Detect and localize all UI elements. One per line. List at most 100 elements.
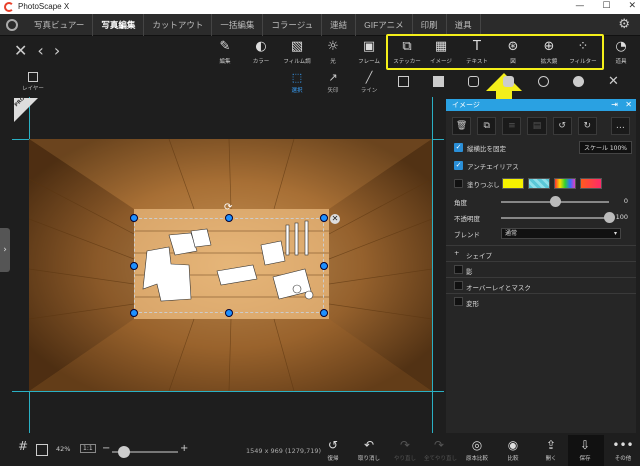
section-checkbox[interactable] <box>454 297 463 306</box>
section-checkbox[interactable] <box>454 281 463 290</box>
bottom-button-2[interactable]: ↷ やり直し <box>390 438 420 462</box>
toolbar-button-3[interactable]: ☼ 光 <box>316 39 350 65</box>
toolbar-button-label: 編集 <box>219 59 231 65</box>
next-icon[interactable]: › <box>54 41 60 60</box>
section-checkbox[interactable] <box>454 265 463 274</box>
line-tool-button[interactable]: ╱ ライン <box>354 72 384 95</box>
rotate-right-icon[interactable]: ↻ <box>577 117 597 135</box>
select-tool-button[interactable]: ⬚ 選択 <box>282 72 312 95</box>
antialias-checkbox[interactable]: ✓ <box>454 161 463 170</box>
circle-outline-icon[interactable] <box>538 76 549 87</box>
grid-icon[interactable]: # <box>18 439 28 453</box>
arrow-tool-button[interactable]: ↗ 矢印 <box>318 72 348 95</box>
fill-checkbox[interactable] <box>454 179 463 188</box>
toolbar-button-0[interactable]: ✎ 編集 <box>208 39 242 65</box>
guide-line <box>432 97 433 433</box>
resize-handle[interactable] <box>320 262 328 270</box>
rotate-left-icon[interactable]: ↺ <box>552 117 572 135</box>
toolbar-button-11[interactable]: ◔ 道具 <box>604 39 638 65</box>
main-menu: 写真ビュアー 写真編集 カットアウト 一括編集 コラージュ 連結 GIFアニメ 印刷 道具 ⚙ <box>0 14 640 36</box>
rounded-rectangle-filled-icon[interactable] <box>503 76 514 87</box>
bottom-button-label: その他 <box>614 456 632 462</box>
keep-ratio-checkbox[interactable]: ✓ <box>454 143 463 152</box>
bottom-button-label: 比較 <box>507 456 519 462</box>
align-icon[interactable]: ≡ <box>502 117 522 135</box>
bottom-button-4[interactable]: ◎ 原本比較 <box>462 438 492 462</box>
close-window-button[interactable]: ✕ <box>628 1 636 11</box>
menu-tab-6[interactable]: GIFアニメ <box>356 14 413 36</box>
blend-select[interactable]: 通常 ▾ <box>501 228 621 239</box>
expand-icon[interactable]: + <box>454 249 459 257</box>
panel-section-2[interactable]: オーバーレイとマスク <box>446 277 636 293</box>
close-image-icon[interactable]: ✕ <box>14 41 27 60</box>
close-panel-icon[interactable]: ✕ <box>625 99 632 111</box>
actual-size-button[interactable]: 1:1 <box>80 444 96 453</box>
selection-box[interactable] <box>134 218 324 313</box>
menu-tab-8[interactable]: 道具 <box>447 14 481 36</box>
bottom-button-6[interactable]: ⇪ 開く <box>536 438 566 462</box>
rotate-handle-icon[interactable]: ⟳ <box>224 202 232 213</box>
menu-tab-1[interactable]: 写真編集 <box>93 14 145 36</box>
rectangle-filled-icon[interactable] <box>433 76 444 87</box>
resize-handle[interactable] <box>225 214 233 222</box>
toolbar-button-4[interactable]: ▣ フレーム <box>352 39 386 65</box>
menu-tab-5[interactable]: 連結 <box>322 14 357 36</box>
resize-handle[interactable] <box>320 309 328 317</box>
resize-handle[interactable] <box>225 309 233 317</box>
swatch-yellow[interactable] <box>502 178 524 189</box>
bottom-button-1[interactable]: ↶ 取り消し <box>354 438 384 462</box>
fill-row[interactable]: 塗りつぶし <box>446 177 636 191</box>
resize-handle[interactable] <box>130 309 138 317</box>
zoom-out-icon[interactable]: − <box>102 443 110 454</box>
previous-icon[interactable]: ‹ <box>37 41 43 60</box>
bottom-button-0[interactable]: ↺ 復帰 <box>318 438 348 462</box>
zoom-in-icon[interactable]: + <box>180 443 188 454</box>
swatch-cyan[interactable] <box>528 178 550 189</box>
resize-handle[interactable] <box>320 214 328 222</box>
bottom-button-7[interactable]: ⇩ 保存 <box>570 438 600 462</box>
panel-section-0[interactable]: + シェイプ <box>446 245 636 261</box>
swatch-rainbow[interactable] <box>554 178 576 189</box>
bottom-button-8[interactable]: ••• その他 <box>608 438 638 462</box>
angle-slider-knob[interactable] <box>550 196 561 207</box>
antialias-row[interactable]: ✓ アンチエイリアス <box>446 159 636 173</box>
scale-field[interactable]: スケール 100% <box>578 141 632 154</box>
menu-tab-2[interactable]: カットアウト <box>144 14 213 36</box>
toolbar-button-1[interactable]: ◐ カラー <box>244 39 278 65</box>
delete-object-icon[interactable]: ✕ <box>330 214 340 224</box>
rectangle-outline-icon[interactable] <box>398 76 409 87</box>
delete-icon[interactable]: 🗑 <box>452 117 472 135</box>
toolbar-button-2[interactable]: ▧ フィルム調 <box>280 39 314 65</box>
menu-tab-3[interactable]: 一括編集 <box>212 14 264 36</box>
panel-section-3[interactable]: 変形 <box>446 293 636 309</box>
minimize-button[interactable]: — <box>575 1 584 11</box>
opacity-slider[interactable] <box>501 217 609 219</box>
menu-tab-0[interactable]: 写真ビュアー <box>26 14 94 36</box>
left-pane-toggle[interactable]: › <box>0 228 10 272</box>
pin-icon[interactable]: ⇥ <box>611 99 618 111</box>
bottom-button-3[interactable]: ↷ 全てやり直し <box>424 438 457 462</box>
gear-icon[interactable]: ⚙ <box>618 17 630 32</box>
menu-tab-4[interactable]: コラージュ <box>263 14 323 36</box>
zoom-slider-knob[interactable] <box>117 446 130 458</box>
bottom-button-5[interactable]: ◉ 比較 <box>498 438 528 462</box>
circle-filled-icon[interactable] <box>573 76 584 87</box>
rounded-rectangle-outline-icon[interactable] <box>468 76 479 87</box>
maximize-button[interactable]: ☐ <box>602 1 610 11</box>
resize-handle[interactable] <box>130 262 138 270</box>
close-tools-icon[interactable]: ✕ <box>608 75 619 88</box>
swatch-orange[interactable] <box>580 178 602 189</box>
menu-tab-7[interactable]: 印刷 <box>413 14 447 36</box>
order-icon[interactable]: ▤ <box>527 117 547 135</box>
layer-button[interactable]: レイヤー <box>18 72 48 92</box>
keep-ratio-row[interactable]: ✓ 縦横比を固定 スケール 100% <box>446 141 636 155</box>
chevron-down-icon: ▾ <box>613 230 617 237</box>
split-view-icon[interactable] <box>36 444 48 456</box>
search-icon[interactable] <box>6 19 18 31</box>
insert-toolbar: レイヤー ⬚ 選択 ↗ 矢印 ╱ ライン ✕ <box>0 72 640 96</box>
resize-handle[interactable] <box>130 214 138 222</box>
opacity-slider-knob[interactable] <box>604 212 615 223</box>
duplicate-icon[interactable]: ⧉ <box>477 117 497 135</box>
more-options-icon[interactable]: … <box>610 117 630 135</box>
panel-section-1[interactable]: 影 <box>446 261 636 277</box>
